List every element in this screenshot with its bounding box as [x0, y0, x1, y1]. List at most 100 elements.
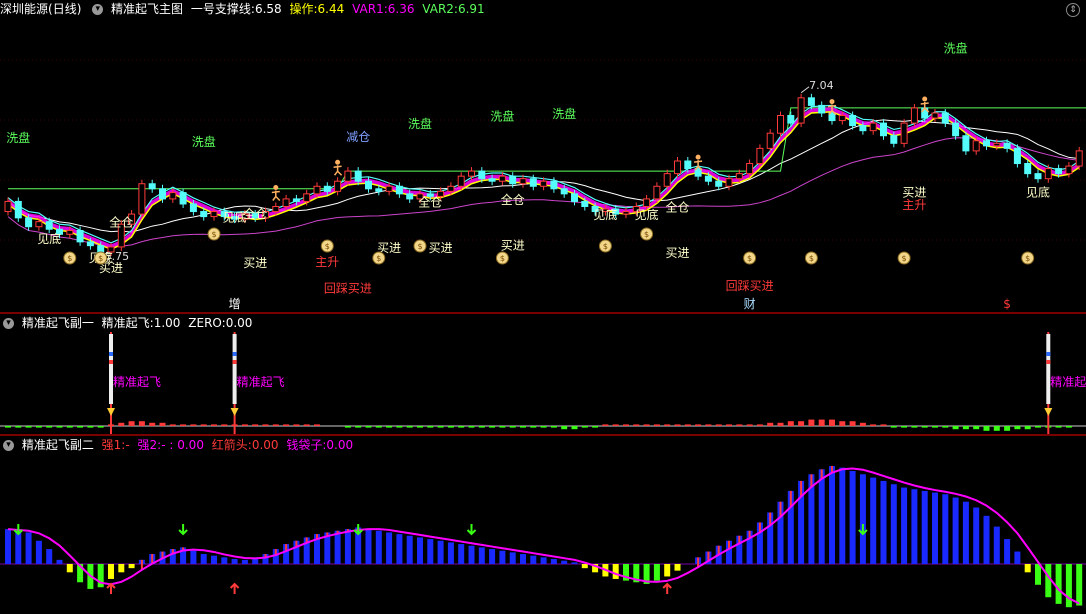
candle-body [1055, 168, 1063, 175]
sub1-chart-pane[interactable]: ▾ 精准起飞副一 精准起飞:1.00 ZERO:0.00 精准起飞 精准起飞 精准起… [0, 314, 1086, 434]
signal-label: 见底 [37, 231, 61, 246]
sub1-bar [901, 426, 908, 428]
money-bag-symbol: $ [747, 254, 752, 263]
rocket-stripe-blue [232, 352, 237, 356]
candle-body [210, 211, 218, 218]
sub2-bar [571, 562, 578, 564]
candle-body [457, 175, 465, 187]
signal-text: 精准起飞 [237, 375, 285, 389]
sub1-bar [138, 421, 145, 426]
candle-body [952, 122, 960, 137]
main-indicator-name: 精准起飞主图 [111, 2, 184, 16]
sub1-bar [396, 426, 403, 428]
sub1-bar [283, 424, 290, 426]
candle-body [849, 115, 857, 127]
candle-body [560, 188, 568, 195]
sub1-bar [612, 424, 619, 426]
candle-body [684, 160, 692, 170]
green-down-arrow-icon [178, 524, 188, 536]
sub2-header: ▾ 精准起飞副二 强1:- 强2:- : 0.00 红箭头:0.00 钱袋子:0… [0, 436, 357, 454]
sub1-bar [262, 424, 269, 426]
sub2-bar [664, 564, 671, 577]
sub2-bar [241, 559, 248, 564]
rocket-icon [109, 334, 113, 404]
sub2-bar [550, 559, 557, 564]
sub1-bar [386, 426, 393, 428]
money-bag-symbol: $ [417, 242, 422, 251]
sub1-bar [66, 426, 73, 428]
s2-num: 0.00 [177, 438, 204, 452]
candle-body [76, 230, 84, 243]
sub2-bar [447, 542, 454, 564]
candle-body [406, 193, 414, 200]
candle-body [25, 217, 33, 228]
sub1-bar [159, 422, 166, 426]
sub1-bar [355, 426, 362, 428]
sub2-bar [489, 549, 496, 564]
red-arrow-value: 0.00 [251, 438, 279, 452]
candle-body [704, 175, 712, 182]
signal-label: 洗盘 [6, 130, 30, 145]
candle-body [756, 147, 764, 165]
op-value: 6.44 [317, 2, 345, 16]
sub1-bar [973, 426, 980, 430]
runner-body [333, 165, 343, 176]
candle-body [365, 180, 372, 190]
sub2-bar [427, 539, 434, 564]
sub1-bar [314, 424, 320, 426]
sub1-bar [272, 424, 279, 426]
sub2-chart-pane[interactable]: ▾ 精准起飞副二 强1:- 强2:- : 0.00 红箭头:0.00 钱袋子:0… [0, 436, 1086, 614]
sub2-bar [829, 465, 835, 564]
candle-body [663, 173, 671, 187]
sub1-bar-chart: 精准起飞 精准起飞 精准起飞 [0, 332, 1086, 434]
sub1-bar [478, 426, 485, 428]
signal-label: 主升 [315, 255, 339, 269]
candle-body [880, 122, 887, 137]
sub2-bar [962, 501, 969, 564]
signal-label: 见底 [1026, 184, 1050, 199]
candle-body [674, 160, 681, 175]
sub1-bar [180, 424, 187, 426]
sub1-bar [746, 424, 753, 426]
candle-body [869, 122, 877, 132]
candle-body [334, 180, 342, 192]
sub2-bar [1035, 564, 1041, 585]
sub2-bar [901, 487, 908, 564]
sub2-bar [437, 540, 444, 564]
sub1-bar [818, 419, 825, 426]
rocket-stripe-red [109, 360, 113, 364]
candle-body [910, 107, 918, 124]
sub1-bar [602, 424, 609, 426]
signal-label: 买进 [501, 238, 525, 252]
sub1-bar [169, 424, 176, 426]
main-chart-pane[interactable]: 深圳能源(日线) ▾ 精准起飞主图 一号支撑线:6.58 操作:6.44 VAR… [0, 0, 1086, 312]
candle-body [519, 178, 527, 185]
sub2-bar [365, 529, 372, 564]
signal-label: 全仓 [243, 206, 267, 221]
sub1-settings-icon[interactable]: ▾ [3, 318, 14, 329]
max-price-pointer [800, 86, 810, 94]
candle-body [292, 198, 300, 202]
sub2-bar [1004, 539, 1011, 564]
sub1-bar [293, 424, 300, 426]
sub2-bar [993, 526, 1000, 564]
candle-body [838, 115, 846, 122]
sub2-settings-icon[interactable]: ▾ [3, 440, 14, 451]
money-bag-symbol: $ [644, 230, 649, 239]
sub1-bar [550, 426, 557, 428]
sub1-bar [221, 424, 228, 426]
sub2-bar [25, 532, 32, 564]
sub1-bar [839, 421, 846, 426]
sub2-bar [128, 564, 135, 569]
sub2-bar [1014, 551, 1021, 564]
sub2-bar [859, 474, 866, 564]
money-bag-symbol: $ [902, 254, 907, 263]
sub1-bar [77, 426, 84, 428]
signal-label: 洗盘 [552, 106, 576, 121]
sub2-bar [221, 557, 228, 564]
candle-body [148, 183, 156, 190]
settings-icon[interactable]: ▾ [92, 4, 104, 15]
candle-body [972, 140, 980, 152]
candle-body [344, 170, 352, 182]
signal-label: 减仓 [346, 130, 370, 144]
